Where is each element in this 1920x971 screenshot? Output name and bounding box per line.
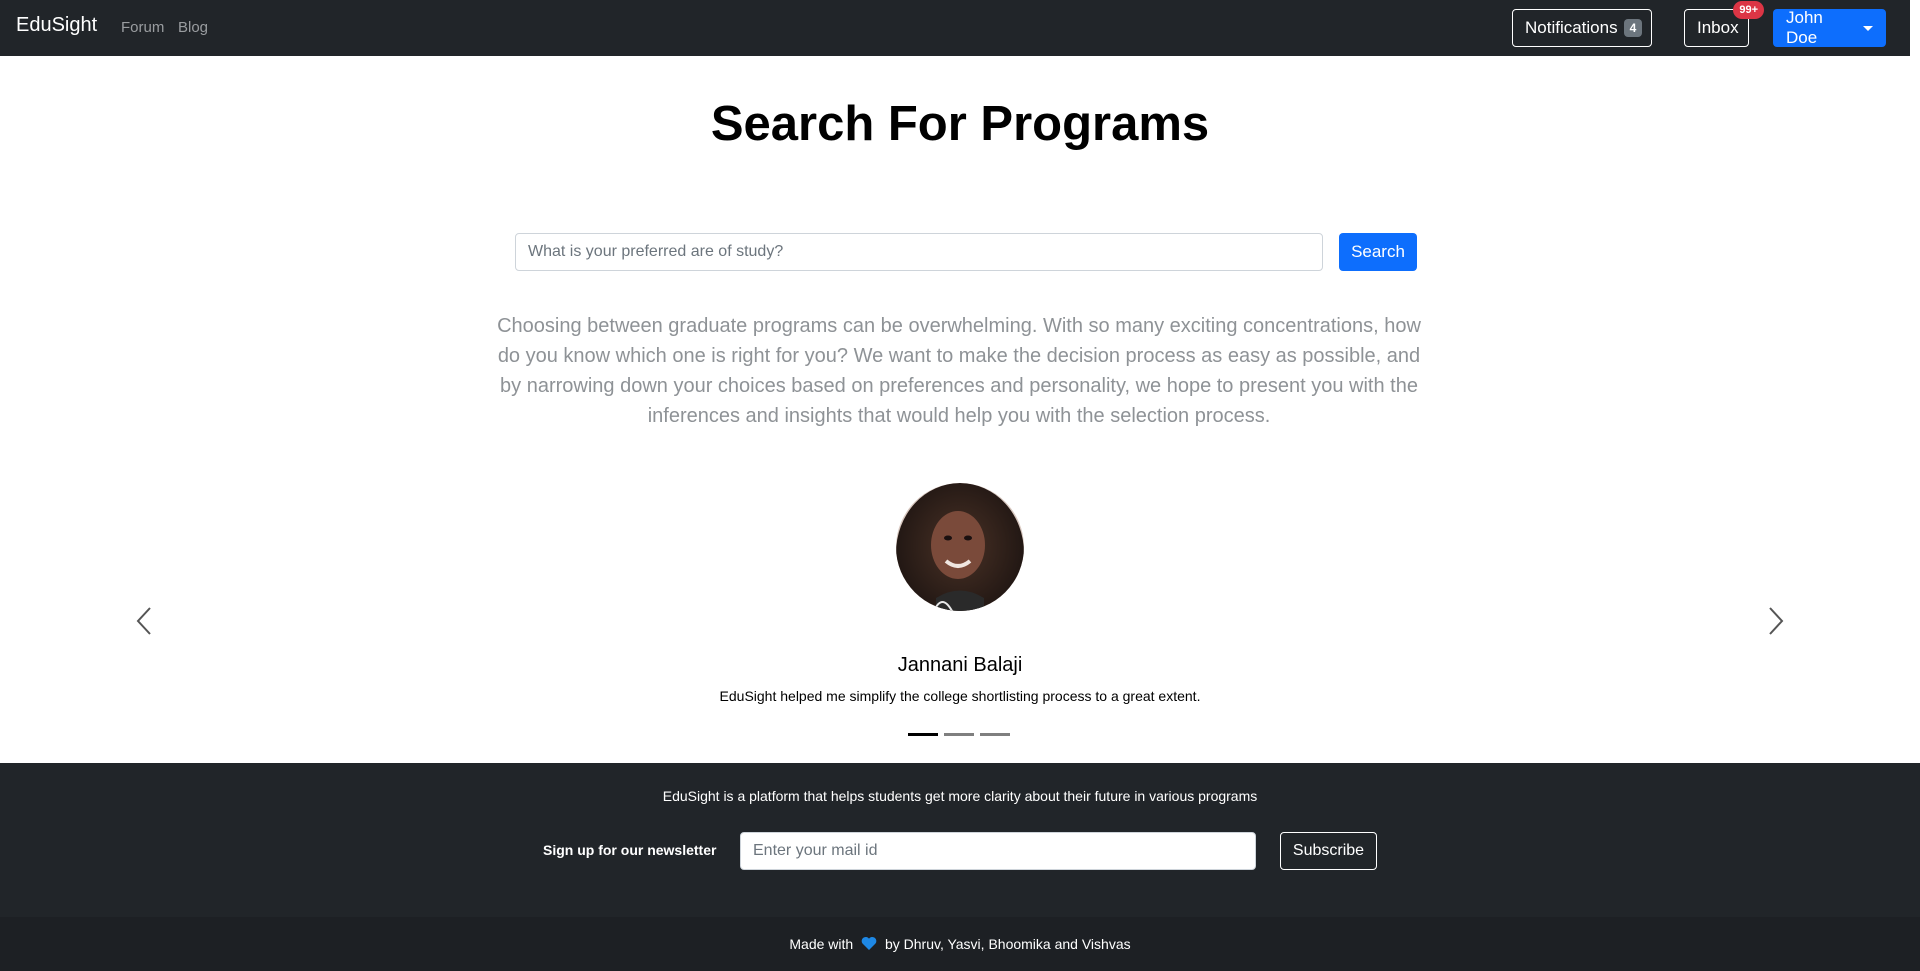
notifications-label: Notifications — [1525, 18, 1618, 37]
testimonial-avatar — [896, 483, 1024, 611]
credits-bar: Made with by Dhruv, Yasvi, Bhoomika and … — [0, 917, 1920, 971]
top-navbar: EduSight Forum Blog Notifications 4 Inbo… — [0, 0, 1910, 56]
carousel-indicators — [908, 733, 1010, 736]
footer: EduSight is a platform that helps studen… — [0, 763, 1920, 917]
brand-logo[interactable]: EduSight — [16, 14, 97, 37]
inbox-label: Inbox — [1697, 18, 1739, 37]
testimonial-quote: EduSight helped me simplify the college … — [719, 688, 1201, 704]
footer-tagline: EduSight is a platform that helps studen… — [662, 788, 1258, 804]
carousel-indicator-3[interactable] — [980, 733, 1010, 736]
nav-link-blog[interactable]: Blog — [178, 19, 208, 36]
chevron-right-icon — [1769, 607, 1784, 635]
carousel-indicator-1[interactable] — [908, 733, 938, 736]
newsletter-email-input[interactable] — [740, 832, 1256, 870]
carousel-prev-button[interactable] — [130, 602, 160, 640]
carousel-next-button[interactable] — [1760, 602, 1790, 640]
subscribe-button[interactable]: Subscribe — [1280, 832, 1377, 870]
carousel-indicator-2[interactable] — [944, 733, 974, 736]
caret-down-icon — [1863, 25, 1873, 31]
page-title: Search For Programs — [710, 97, 1210, 151]
search-button[interactable]: Search — [1339, 233, 1417, 271]
intro-paragraph: Choosing between graduate programs can b… — [497, 315, 1421, 427]
inbox-count-badge: 99+ — [1733, 1, 1764, 19]
credits-prefix: Made with — [789, 936, 854, 952]
testimonial-name: Jannani Balaji — [897, 654, 1023, 676]
newsletter-label: Sign up for our newsletter — [543, 842, 717, 858]
search-input[interactable] — [515, 233, 1323, 271]
inbox-button[interactable]: Inbox 99+ — [1684, 1, 1764, 47]
user-name: John Doe — [1786, 8, 1823, 47]
notifications-button[interactable]: Notifications 4 — [1512, 9, 1652, 47]
heart-icon — [861, 936, 877, 950]
nav-link-forum[interactable]: Forum — [121, 19, 164, 36]
chevron-left-icon — [136, 607, 151, 635]
credits-suffix: by Dhruv, Yasvi, Bhoomika and Vishvas — [884, 936, 1131, 952]
user-menu-button[interactable]: John Doe — [1773, 8, 1886, 47]
notifications-count-badge: 4 — [1623, 19, 1643, 37]
